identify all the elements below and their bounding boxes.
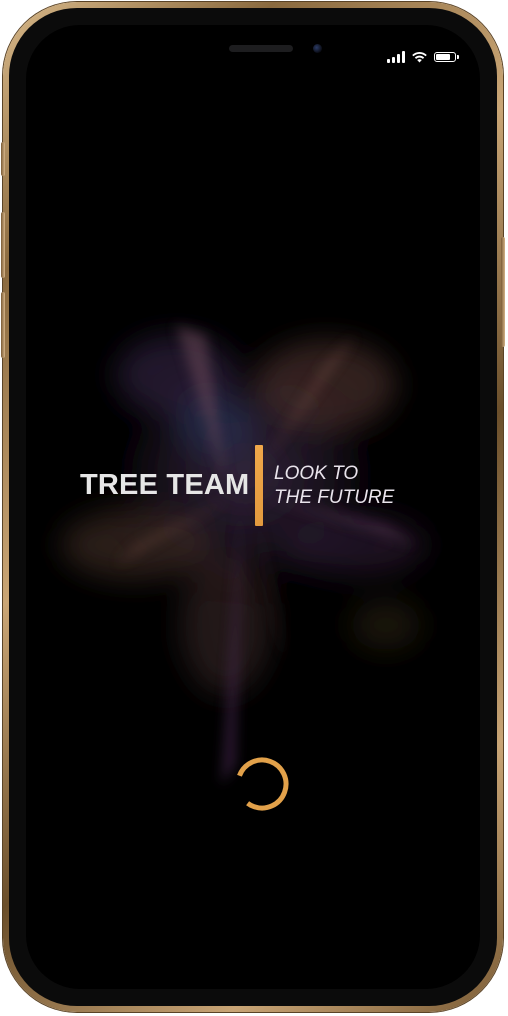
phone-bezel: TREE TEAM LOOK TO THE FUTURE (9, 8, 497, 1006)
battery-icon (434, 52, 459, 62)
cellular-signal-icon (387, 51, 405, 63)
battery-level-fill (436, 54, 450, 60)
status-bar-icons (387, 50, 459, 64)
tagline-line-2: THE FUTURE (274, 487, 395, 508)
splash-screen: TREE TEAM LOOK TO THE FUTURE (26, 25, 480, 989)
phone-frame: TREE TEAM LOOK TO THE FUTURE (1, 2, 505, 1012)
power-button (501, 237, 505, 347)
volume-down-button (1, 292, 5, 358)
mute-switch (1, 142, 5, 176)
tagline-line-1: LOOK TO (274, 463, 359, 484)
loading-spinner-icon (235, 757, 289, 811)
front-camera (313, 44, 322, 53)
logo-divider-bar (255, 445, 263, 526)
app-logo-lockup: TREE TEAM LOOK TO THE FUTURE (26, 445, 480, 527)
tagline: LOOK TO THE FUTURE (274, 462, 394, 510)
volume-up-button (1, 212, 5, 278)
wifi-icon (412, 51, 427, 63)
earpiece-speaker (229, 45, 293, 52)
brand-name: TREE TEAM (80, 469, 250, 501)
